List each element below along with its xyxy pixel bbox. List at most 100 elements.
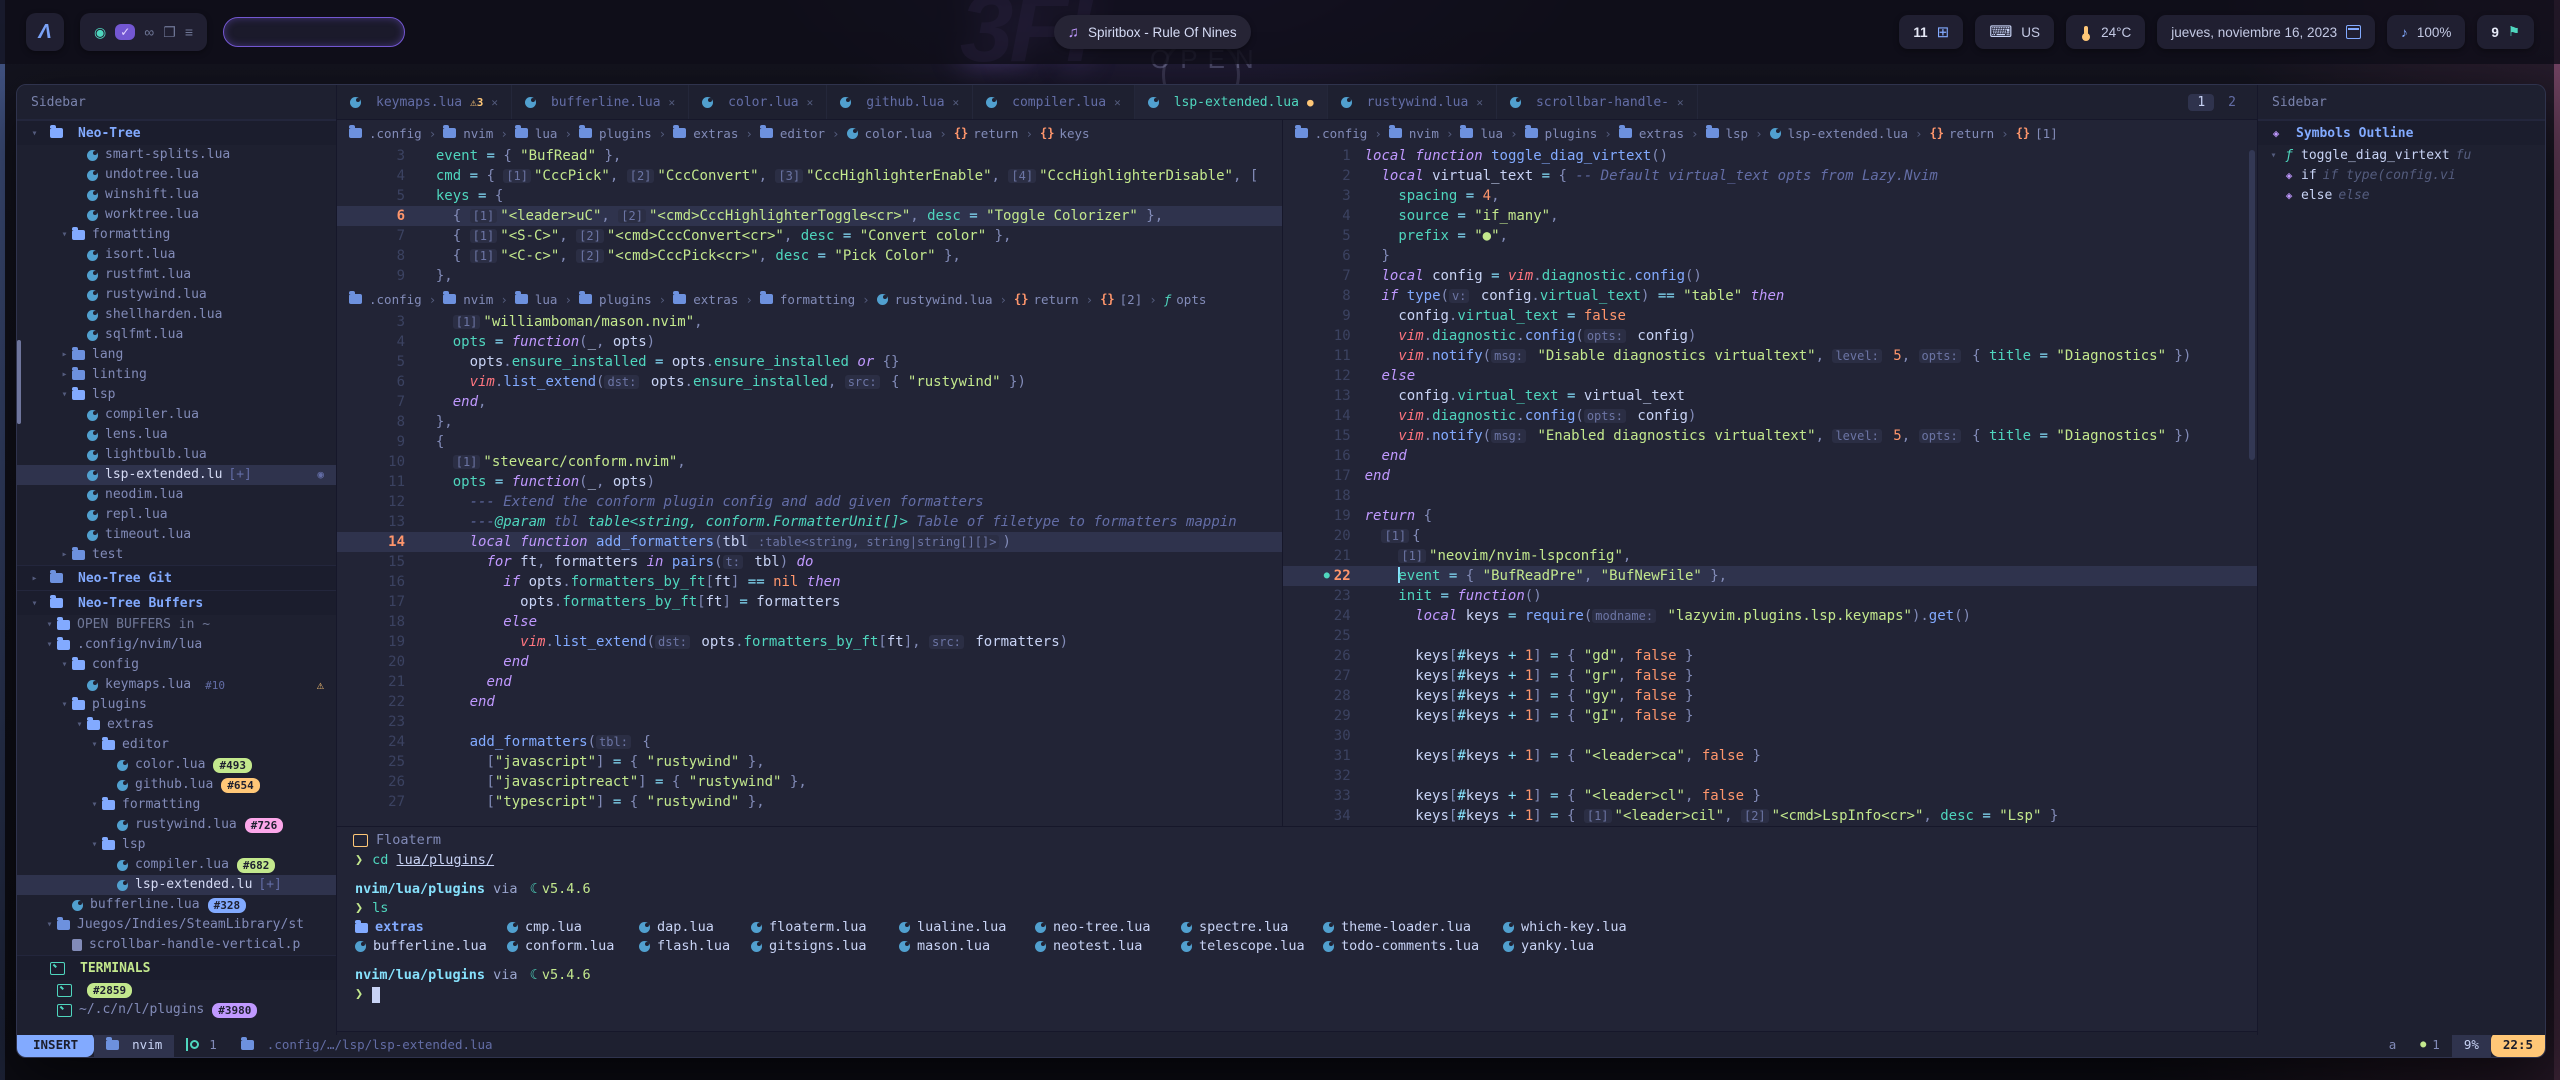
code-line[interactable]: 6 { [1]"<leader>uC", [2]"<cmd>CccHighlig… bbox=[337, 206, 1282, 226]
tree-item[interactable]: compiler.lua#682 bbox=[17, 855, 336, 875]
tab-lsp-extended-lua[interactable]: lsp-extended.lua● bbox=[1135, 85, 1328, 119]
breadcrumb-item[interactable]: lsp-extended.lua bbox=[1770, 126, 1908, 141]
code-line[interactable]: 33 keys[#keys + 1] = { "<leader>cl", fal… bbox=[1283, 786, 2257, 806]
launcher-button[interactable]: Λ bbox=[26, 13, 64, 51]
tree-item[interactable]: lens.lua bbox=[17, 425, 336, 445]
code-line[interactable]: 26 ["javascriptreact"] = { "rustywind" }… bbox=[337, 772, 1282, 792]
breadcrumb-item[interactable]: extras bbox=[1619, 126, 1684, 141]
code-line[interactable]: 30 bbox=[1283, 726, 2257, 746]
code-line[interactable]: 5 opts.ensure_installed = opts.ensure_in… bbox=[337, 352, 1282, 372]
code-line[interactable]: 24 local keys = require(modname: "lazyvi… bbox=[1283, 606, 2257, 626]
breadcrumb-item[interactable]: lua bbox=[1460, 126, 1503, 141]
tree-item[interactable]: ▾Juegos/Indies/SteamLibrary/st bbox=[17, 915, 336, 935]
notifications-pill[interactable]: 9 ⚑ bbox=[2477, 15, 2534, 49]
tree-item[interactable]: timeout.lua bbox=[17, 525, 336, 545]
code-line[interactable]: 5 keys = { bbox=[337, 186, 1282, 206]
widget-icon[interactable]: ≡ bbox=[185, 24, 193, 40]
code-line[interactable]: 31 keys[#keys + 1] = { "<leader>ca", fal… bbox=[1283, 746, 2257, 766]
close-icon[interactable]: ✕ bbox=[1677, 96, 1684, 109]
code-line[interactable]: 11 vim.notify(msg: "Disable diagnostics … bbox=[1283, 346, 2257, 366]
code-line[interactable]: 20 [1]{ bbox=[1283, 526, 2257, 546]
code-line[interactable]: 12 else bbox=[1283, 366, 2257, 386]
code-line[interactable]: 14 vim.diagnostic.config(opts: config) bbox=[1283, 406, 2257, 426]
tree-item[interactable]: rustfmt.lua bbox=[17, 265, 336, 285]
code-line[interactable]: 21 [1]"neovim/nvim-lspconfig", bbox=[1283, 546, 2257, 566]
tree-item[interactable]: lsp-extended.lu[+]◉ bbox=[17, 465, 336, 485]
code-line[interactable]: 21 end bbox=[337, 672, 1282, 692]
code-line[interactable]: 19 vim.list_extend(dst: opts.formatters_… bbox=[337, 632, 1282, 652]
tab-scrollbar-handle-[interactable]: scrollbar-handle-✕ bbox=[1497, 85, 1698, 119]
tree-item[interactable]: bufferline.lua#328 bbox=[17, 895, 336, 915]
code-line[interactable]: 16 if opts.formatters_by_ft[ft] == nil t… bbox=[337, 572, 1282, 592]
code-line[interactable]: 16 end bbox=[1283, 446, 2257, 466]
widgets-pill[interactable]: ◉✓∞❐≡ bbox=[80, 13, 207, 51]
floaterm-panel[interactable]: Floaterm❯cd lua/plugins/nvim/lua/plugins… bbox=[337, 826, 2257, 1035]
breadcrumb-item[interactable]: lua bbox=[515, 292, 558, 307]
code-line[interactable]: 3 event = { "BufRead" }, bbox=[337, 146, 1282, 166]
code-line[interactable]: 13 ---@param tbl table<string, conform.F… bbox=[337, 512, 1282, 532]
code-line[interactable]: 24 add_formatters(tbl: { bbox=[337, 732, 1282, 752]
breadcrumb-item[interactable]: nvim bbox=[443, 126, 493, 141]
code-line[interactable]: 4 opts = function(_, opts) bbox=[337, 332, 1282, 352]
tree-item[interactable]: worktree.lua bbox=[17, 205, 336, 225]
outline-item[interactable]: ▾ƒtoggle_diag_virtextfu bbox=[2258, 145, 2545, 165]
breadcrumb-item[interactable]: editor bbox=[760, 126, 825, 141]
code-line[interactable]: 29 keys[#keys + 1] = { "gI", false } bbox=[1283, 706, 2257, 726]
breadcrumb-item[interactable]: plugins bbox=[579, 126, 652, 141]
tree-item[interactable]: lsp-extended.lu[+] bbox=[17, 875, 336, 895]
code-line[interactable]: 2 local virtual_text = { -- Default virt… bbox=[1283, 166, 2257, 186]
code-line[interactable]: 19return { bbox=[1283, 506, 2257, 526]
close-icon[interactable]: ✕ bbox=[1114, 96, 1121, 109]
code-line[interactable]: 7 end, bbox=[337, 392, 1282, 412]
breadcrumb-item[interactable]: {}return bbox=[1930, 126, 1995, 141]
tree-item[interactable]: ▾.config/nvim/lua bbox=[17, 635, 336, 655]
code-line[interactable]: 9 config.virtual_text = false bbox=[1283, 306, 2257, 326]
tree-item[interactable]: shellharden.lua bbox=[17, 305, 336, 325]
tree-item[interactable]: scrollbar-handle-vertical.p bbox=[17, 935, 336, 955]
widget-icon[interactable]: ✓ bbox=[115, 24, 135, 40]
tree-item[interactable]: isort.lua bbox=[17, 245, 336, 265]
code-line[interactable]: 15 vim.notify(msg: "Enabled diagnostics … bbox=[1283, 426, 2257, 446]
runner-input[interactable] bbox=[223, 17, 405, 47]
breadcrumb-item[interactable]: .config bbox=[349, 126, 422, 141]
code-line[interactable]: 6 vim.list_extend(dst: opts.ensure_insta… bbox=[337, 372, 1282, 392]
code-line[interactable]: ●22 event = { "BufReadPre", "BufNewFile"… bbox=[1283, 566, 2257, 586]
editor-scrollbar-handle[interactable] bbox=[2249, 150, 2255, 460]
breadcrumb-item[interactable]: nvim bbox=[443, 292, 493, 307]
code-line[interactable]: 15 for ft, formatters in pairs(t: tbl) d… bbox=[337, 552, 1282, 572]
tab-page-2[interactable]: 2 bbox=[2219, 94, 2245, 111]
tree-item[interactable]: ▸test bbox=[17, 545, 336, 565]
code-line[interactable]: 25 bbox=[1283, 626, 2257, 646]
tree-item[interactable]: ▾formatting bbox=[17, 795, 336, 815]
code-line[interactable]: 7 { [1]"<S-C>", [2]"<cmd>CccConvert<cr>"… bbox=[337, 226, 1282, 246]
code-line[interactable]: 4 cmd = { [1]"CccPick", [2]"CccConvert",… bbox=[337, 166, 1282, 186]
code-line[interactable]: 1local function toggle_diag_virtext() bbox=[1283, 146, 2257, 166]
tree-item[interactable]: github.lua#654 bbox=[17, 775, 336, 795]
tree-item[interactable]: ▾lsp bbox=[17, 835, 336, 855]
code-line[interactable]: 23 init = function() bbox=[1283, 586, 2257, 606]
code-line[interactable]: 17end bbox=[1283, 466, 2257, 486]
breadcrumb-item[interactable]: lsp bbox=[1706, 126, 1749, 141]
tab-github-lua[interactable]: github.lua✕ bbox=[827, 85, 973, 119]
code-line[interactable]: 22 end bbox=[337, 692, 1282, 712]
tab-page-1[interactable]: 1 bbox=[2188, 94, 2214, 111]
tree-item[interactable]: smart-splits.lua bbox=[17, 145, 336, 165]
code-line[interactable]: 27 keys[#keys + 1] = { "gr", false } bbox=[1283, 666, 2257, 686]
code-line[interactable]: 4 source = "if_many", bbox=[1283, 206, 2257, 226]
close-icon[interactable]: ✕ bbox=[1476, 96, 1483, 109]
tree-item[interactable]: ~/.c/n/l/plugins#3980 bbox=[17, 1000, 336, 1020]
code-line[interactable]: 3 [1]"williamboman/mason.nvim", bbox=[337, 312, 1282, 332]
code-line[interactable]: 13 config.virtual_text = virtual_text bbox=[1283, 386, 2257, 406]
code-line[interactable]: 20 end bbox=[337, 652, 1282, 672]
close-icon[interactable]: ✕ bbox=[669, 96, 676, 109]
section-header-neo-tree[interactable]: ▾Neo-Tree bbox=[17, 120, 336, 145]
windows-count-pill[interactable]: 11 ⊞ bbox=[1899, 15, 1963, 49]
code-line[interactable]: 28 keys[#keys + 1] = { "gy", false } bbox=[1283, 686, 2257, 706]
section-header-neo-tree-git[interactable]: ▸Neo-Tree Git bbox=[17, 565, 336, 590]
code-line[interactable]: 5 prefix = "●", bbox=[1283, 226, 2257, 246]
breadcrumb-item[interactable]: plugins bbox=[1525, 126, 1598, 141]
tree-item[interactable]: ▸lang bbox=[17, 345, 336, 365]
widget-icon[interactable]: ∞ bbox=[144, 24, 154, 40]
tree-item[interactable]: neodim.lua bbox=[17, 485, 336, 505]
volume-pill[interactable]: ♪ 100% bbox=[2387, 15, 2465, 49]
